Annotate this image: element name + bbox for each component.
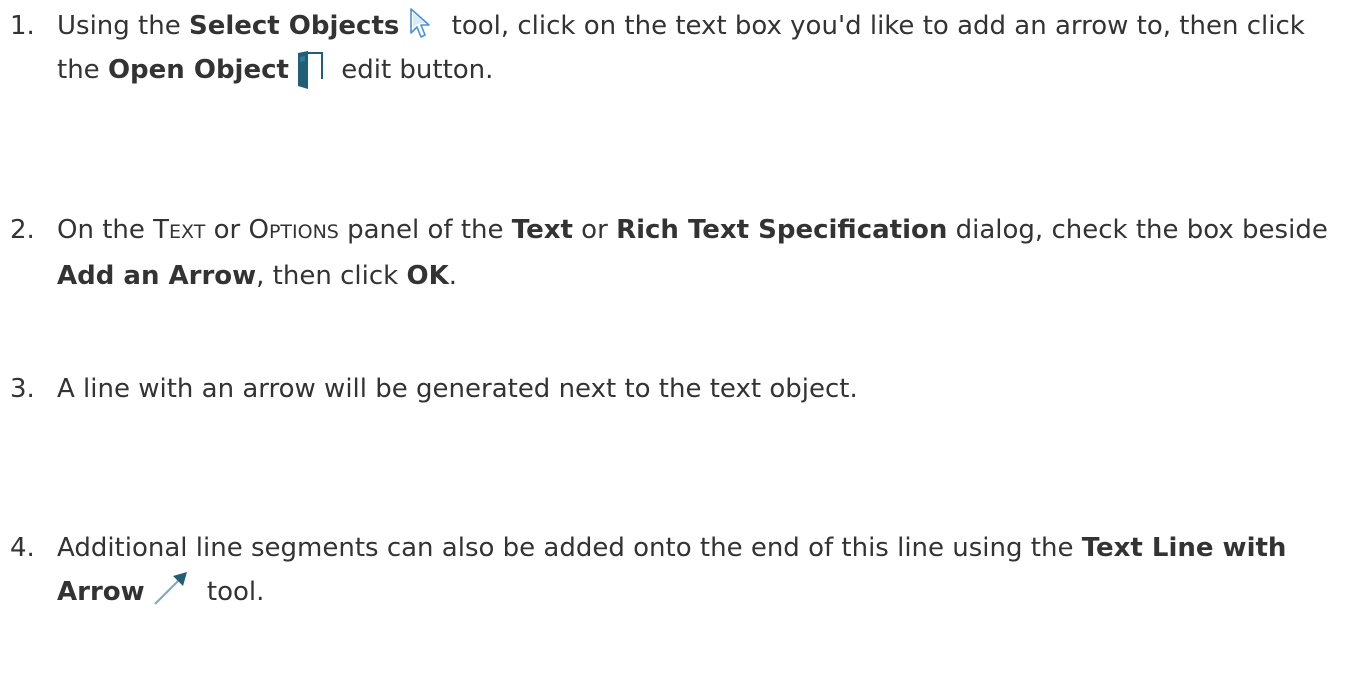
step-number: 2. [10, 215, 35, 245]
step-text: edit button. [332, 55, 494, 85]
instruction-list: 1. Using the Select Objects tool, click … [0, 0, 1352, 681]
open-object-icon [295, 49, 325, 89]
text-panel-name: TEXT [153, 215, 206, 245]
step-3: 3. A line with an arrow will be generate… [0, 367, 1352, 411]
step-text: or [572, 215, 617, 245]
select-objects-icon [405, 6, 435, 40]
ok-label: OK [406, 261, 449, 291]
step-text: , then click [256, 261, 407, 291]
step-4: 4. Additional line segments can also be … [0, 526, 1352, 614]
step-2: 2. On the TEXT or OPTIONS panel of the T… [0, 208, 1352, 298]
options-panel-name: OPTIONS [248, 215, 339, 245]
step-text: panel of the [338, 215, 512, 245]
step-text: Additional line segments can also be add… [57, 533, 1082, 563]
step-text: or [205, 215, 249, 245]
step-text: dialog, check the box beside [947, 215, 1328, 245]
rich-text-dialog-name: Rich Text Specification [616, 215, 948, 245]
add-an-arrow-label: Add an Arrow [57, 261, 257, 291]
select-objects-label: Select Objects [188, 11, 400, 41]
open-object-label: Open Object [107, 55, 289, 85]
step-1: 1. Using the Select Objects tool, click … [0, 4, 1352, 92]
step-text: A line with an arrow will be generated n… [57, 374, 858, 404]
text-line-with-arrow-icon [151, 570, 191, 608]
step-text: . [448, 261, 457, 291]
step-number: 4. [10, 533, 35, 563]
step-text: Using the [57, 11, 189, 41]
step-number: 3. [10, 374, 35, 404]
step-text: tool. [198, 577, 265, 607]
step-number: 1. [10, 11, 35, 41]
step-text: On the [57, 215, 154, 245]
text-dialog-name: Text [511, 215, 573, 245]
